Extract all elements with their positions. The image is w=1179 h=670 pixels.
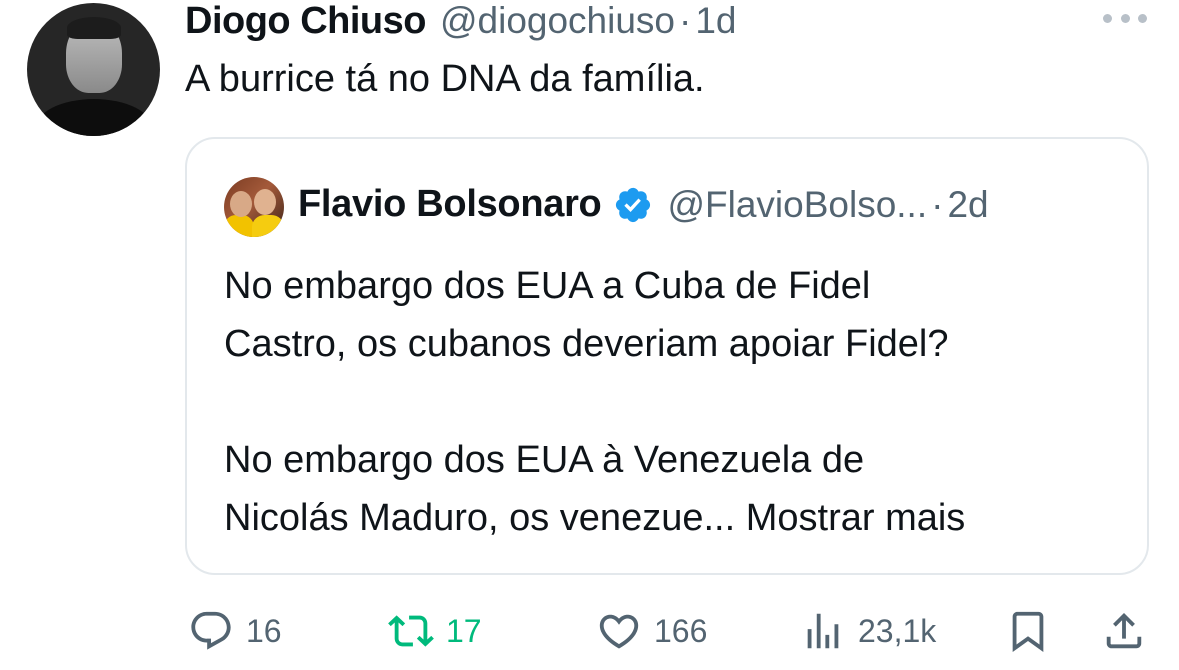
- separator-dot: ·: [679, 0, 692, 41]
- avatar-shirt: [252, 215, 284, 237]
- author-handle[interactable]: @diogochiuso: [440, 0, 675, 42]
- quoted-tweet-time[interactable]: 2d: [947, 184, 988, 226]
- views-icon: [807, 613, 839, 649]
- like-count: 166: [654, 612, 708, 649]
- bookmark-button[interactable]: [1005, 608, 1051, 654]
- views-count: 23,1k: [858, 612, 937, 649]
- bookmark-icon: [1012, 611, 1044, 652]
- more-dot: [1120, 13, 1130, 23]
- share-icon: [1106, 612, 1142, 649]
- quoted-tweet-card[interactable]: Flavio Bolsonaro @FlavioBolso... · 2d No…: [185, 137, 1149, 575]
- avatar-face: [230, 191, 252, 217]
- avatar-hair: [67, 17, 121, 39]
- action-bar: 16 17 166 23,1k: [0, 600, 1179, 660]
- reply-button[interactable]: 16: [188, 608, 282, 654]
- separator-dot: ·: [931, 183, 944, 225]
- quoted-tweet-header: Flavio Bolsonaro @FlavioBolso... · 2d: [298, 183, 989, 226]
- verified-icon: [616, 187, 651, 222]
- truncated-text: Nicolás Maduro, os venezue...: [224, 497, 736, 539]
- retweet-count: 17: [446, 612, 482, 649]
- author-avatar[interactable]: [27, 3, 160, 136]
- text-line: No embargo dos EUA à Venezuela de: [224, 439, 865, 481]
- quoted-tweet-text: No embargo dos EUA a Cuba de Fidel Castr…: [224, 257, 1124, 547]
- avatar-shirt: [35, 99, 153, 136]
- author-name[interactable]: Diogo Chiuso: [185, 0, 426, 43]
- show-more-link[interactable]: Mostrar mais: [746, 497, 966, 539]
- avatar-shirt: [224, 215, 254, 237]
- share-button[interactable]: [1101, 608, 1147, 654]
- tweet-text: A burrice tá no DNA da família.: [185, 58, 705, 100]
- like-button[interactable]: 166: [596, 608, 707, 654]
- tweet-time[interactable]: 1d: [695, 0, 736, 42]
- reply-count: 16: [246, 612, 282, 649]
- text-line: Castro, os cubanos deveriam apoiar Fidel…: [224, 323, 949, 365]
- reply-icon: [191, 611, 231, 650]
- avatar-face: [254, 189, 276, 215]
- more-icon[interactable]: [1103, 8, 1147, 28]
- text-line-last: Nicolás Maduro, os venezue... Mostrar ma…: [224, 489, 1124, 547]
- tweet-header: Diogo Chiuso @diogochiuso · 1d: [185, 0, 737, 46]
- text-line: No embargo dos EUA a Cuba de Fidel: [224, 265, 871, 307]
- retweet-icon: [388, 615, 434, 647]
- views-button[interactable]: 23,1k: [800, 608, 936, 654]
- like-icon: [599, 614, 639, 649]
- quoted-author-avatar[interactable]: [224, 177, 284, 237]
- more-dot: [1138, 13, 1147, 23]
- quoted-author-name[interactable]: Flavio Bolsonaro: [298, 183, 602, 226]
- more-dot: [1103, 13, 1112, 23]
- quoted-author-handle[interactable]: @FlavioBolso...: [667, 184, 927, 226]
- retweet-button[interactable]: 17: [388, 608, 482, 654]
